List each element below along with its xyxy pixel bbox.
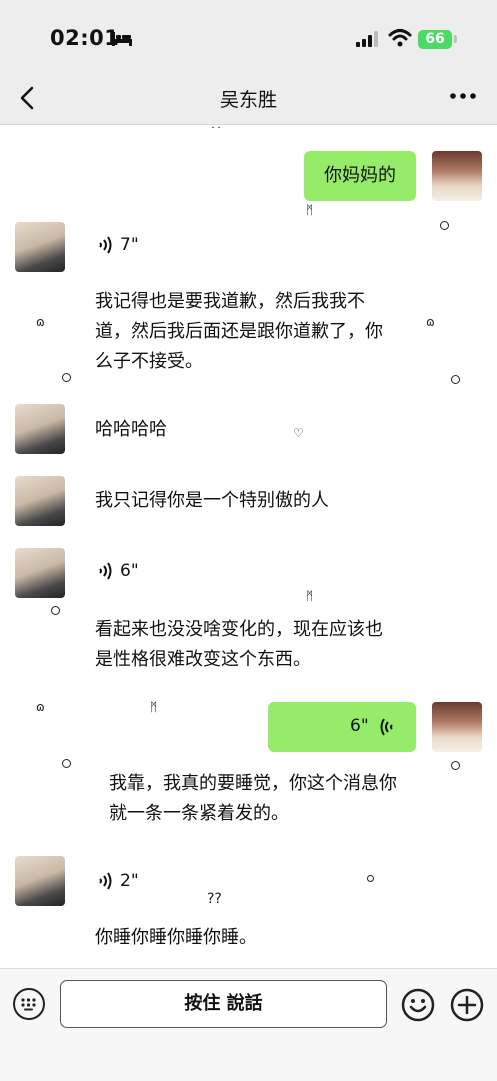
voice-icon: [99, 872, 112, 890]
chat-area[interactable]: ˙˙ ᛗ ɷ ɷ ♡ ᛗ ɷ ᛗ ?? 你妈妈的 7" 我记得也是要我道歉，然后…: [0, 125, 497, 968]
voice-icon: [99, 236, 112, 254]
battery-icon: 66: [418, 30, 452, 49]
deco-bow: ɷ: [426, 315, 435, 329]
avatar-me[interactable]: [432, 702, 482, 752]
voice-icon: [380, 718, 393, 736]
voice-message[interactable]: 7": [96, 235, 139, 255]
deco-bow: ᛗ: [306, 589, 314, 603]
message-text[interactable]: 哈哈哈哈: [95, 415, 167, 445]
message-text[interactable]: 我靠，我真的要睡觉，你这个消息你就一条一条紧着发的。: [109, 769, 409, 829]
voice-message[interactable]: 2": [96, 871, 139, 891]
avatar-me[interactable]: [432, 151, 482, 201]
message-text[interactable]: 我记得也是要我道歉，然后我我不道，然后我后面还是跟你道歉了，你么子不接受。: [95, 287, 395, 377]
deco-question: ??: [207, 891, 222, 907]
input-bar: 按住 說話: [0, 968, 497, 1081]
status-bar: 02:01 66: [0, 0, 497, 70]
avatar-other[interactable]: [15, 856, 65, 906]
signal-icon: [356, 31, 378, 47]
deco-ring: [367, 875, 374, 882]
voice-message[interactable]: 6": [96, 561, 139, 581]
deco-ring: [451, 375, 460, 384]
deco-bow: ɷ: [36, 315, 45, 329]
deco-dots: ˙˙: [210, 125, 222, 139]
deco-bow: ᛗ: [150, 700, 158, 714]
status-time: 02:01: [50, 26, 120, 50]
voice-duration: 2": [120, 871, 139, 891]
message-bubble-me[interactable]: 你妈妈的: [304, 151, 416, 201]
deco-ring: [51, 606, 60, 615]
battery-tip: [454, 35, 457, 43]
avatar-other[interactable]: [15, 476, 65, 526]
keyboard-icon[interactable]: [13, 988, 45, 1020]
voice-duration: 7": [120, 235, 139, 255]
deco-ring: [451, 761, 460, 770]
deco-ring: [440, 221, 449, 230]
voice-duration: 6": [350, 716, 369, 736]
deco-bow: ɷ: [36, 700, 45, 714]
wifi-icon: [388, 29, 412, 47]
avatar-other[interactable]: [15, 548, 65, 598]
plus-icon[interactable]: [450, 988, 484, 1022]
voice-duration: 6": [120, 561, 139, 581]
deco-ring: [62, 373, 71, 382]
voice-message-me[interactable]: 6": [268, 702, 416, 752]
message-text[interactable]: 看起来也没没啥变化的，现在应该也是性格很难改变这个东西。: [95, 615, 395, 675]
avatar-other[interactable]: [15, 222, 65, 272]
page-title: 吴东胜: [219, 89, 277, 111]
deco-bow: ᛗ: [306, 203, 314, 217]
bed-icon: [112, 32, 132, 46]
voice-icon: [99, 562, 112, 580]
message-text[interactable]: 你睡你睡你睡你睡。: [95, 923, 257, 953]
more-icon[interactable]: [448, 86, 478, 106]
hold-to-talk-button[interactable]: 按住 說話: [60, 980, 387, 1028]
message-text[interactable]: 我只记得你是一个特别傲的人: [95, 486, 329, 516]
emoji-icon[interactable]: [401, 988, 435, 1022]
avatar-other[interactable]: [15, 404, 65, 454]
deco-heart: ♡: [293, 426, 304, 440]
navbar: 吴东胜: [0, 70, 497, 125]
deco-ring: [62, 759, 71, 768]
